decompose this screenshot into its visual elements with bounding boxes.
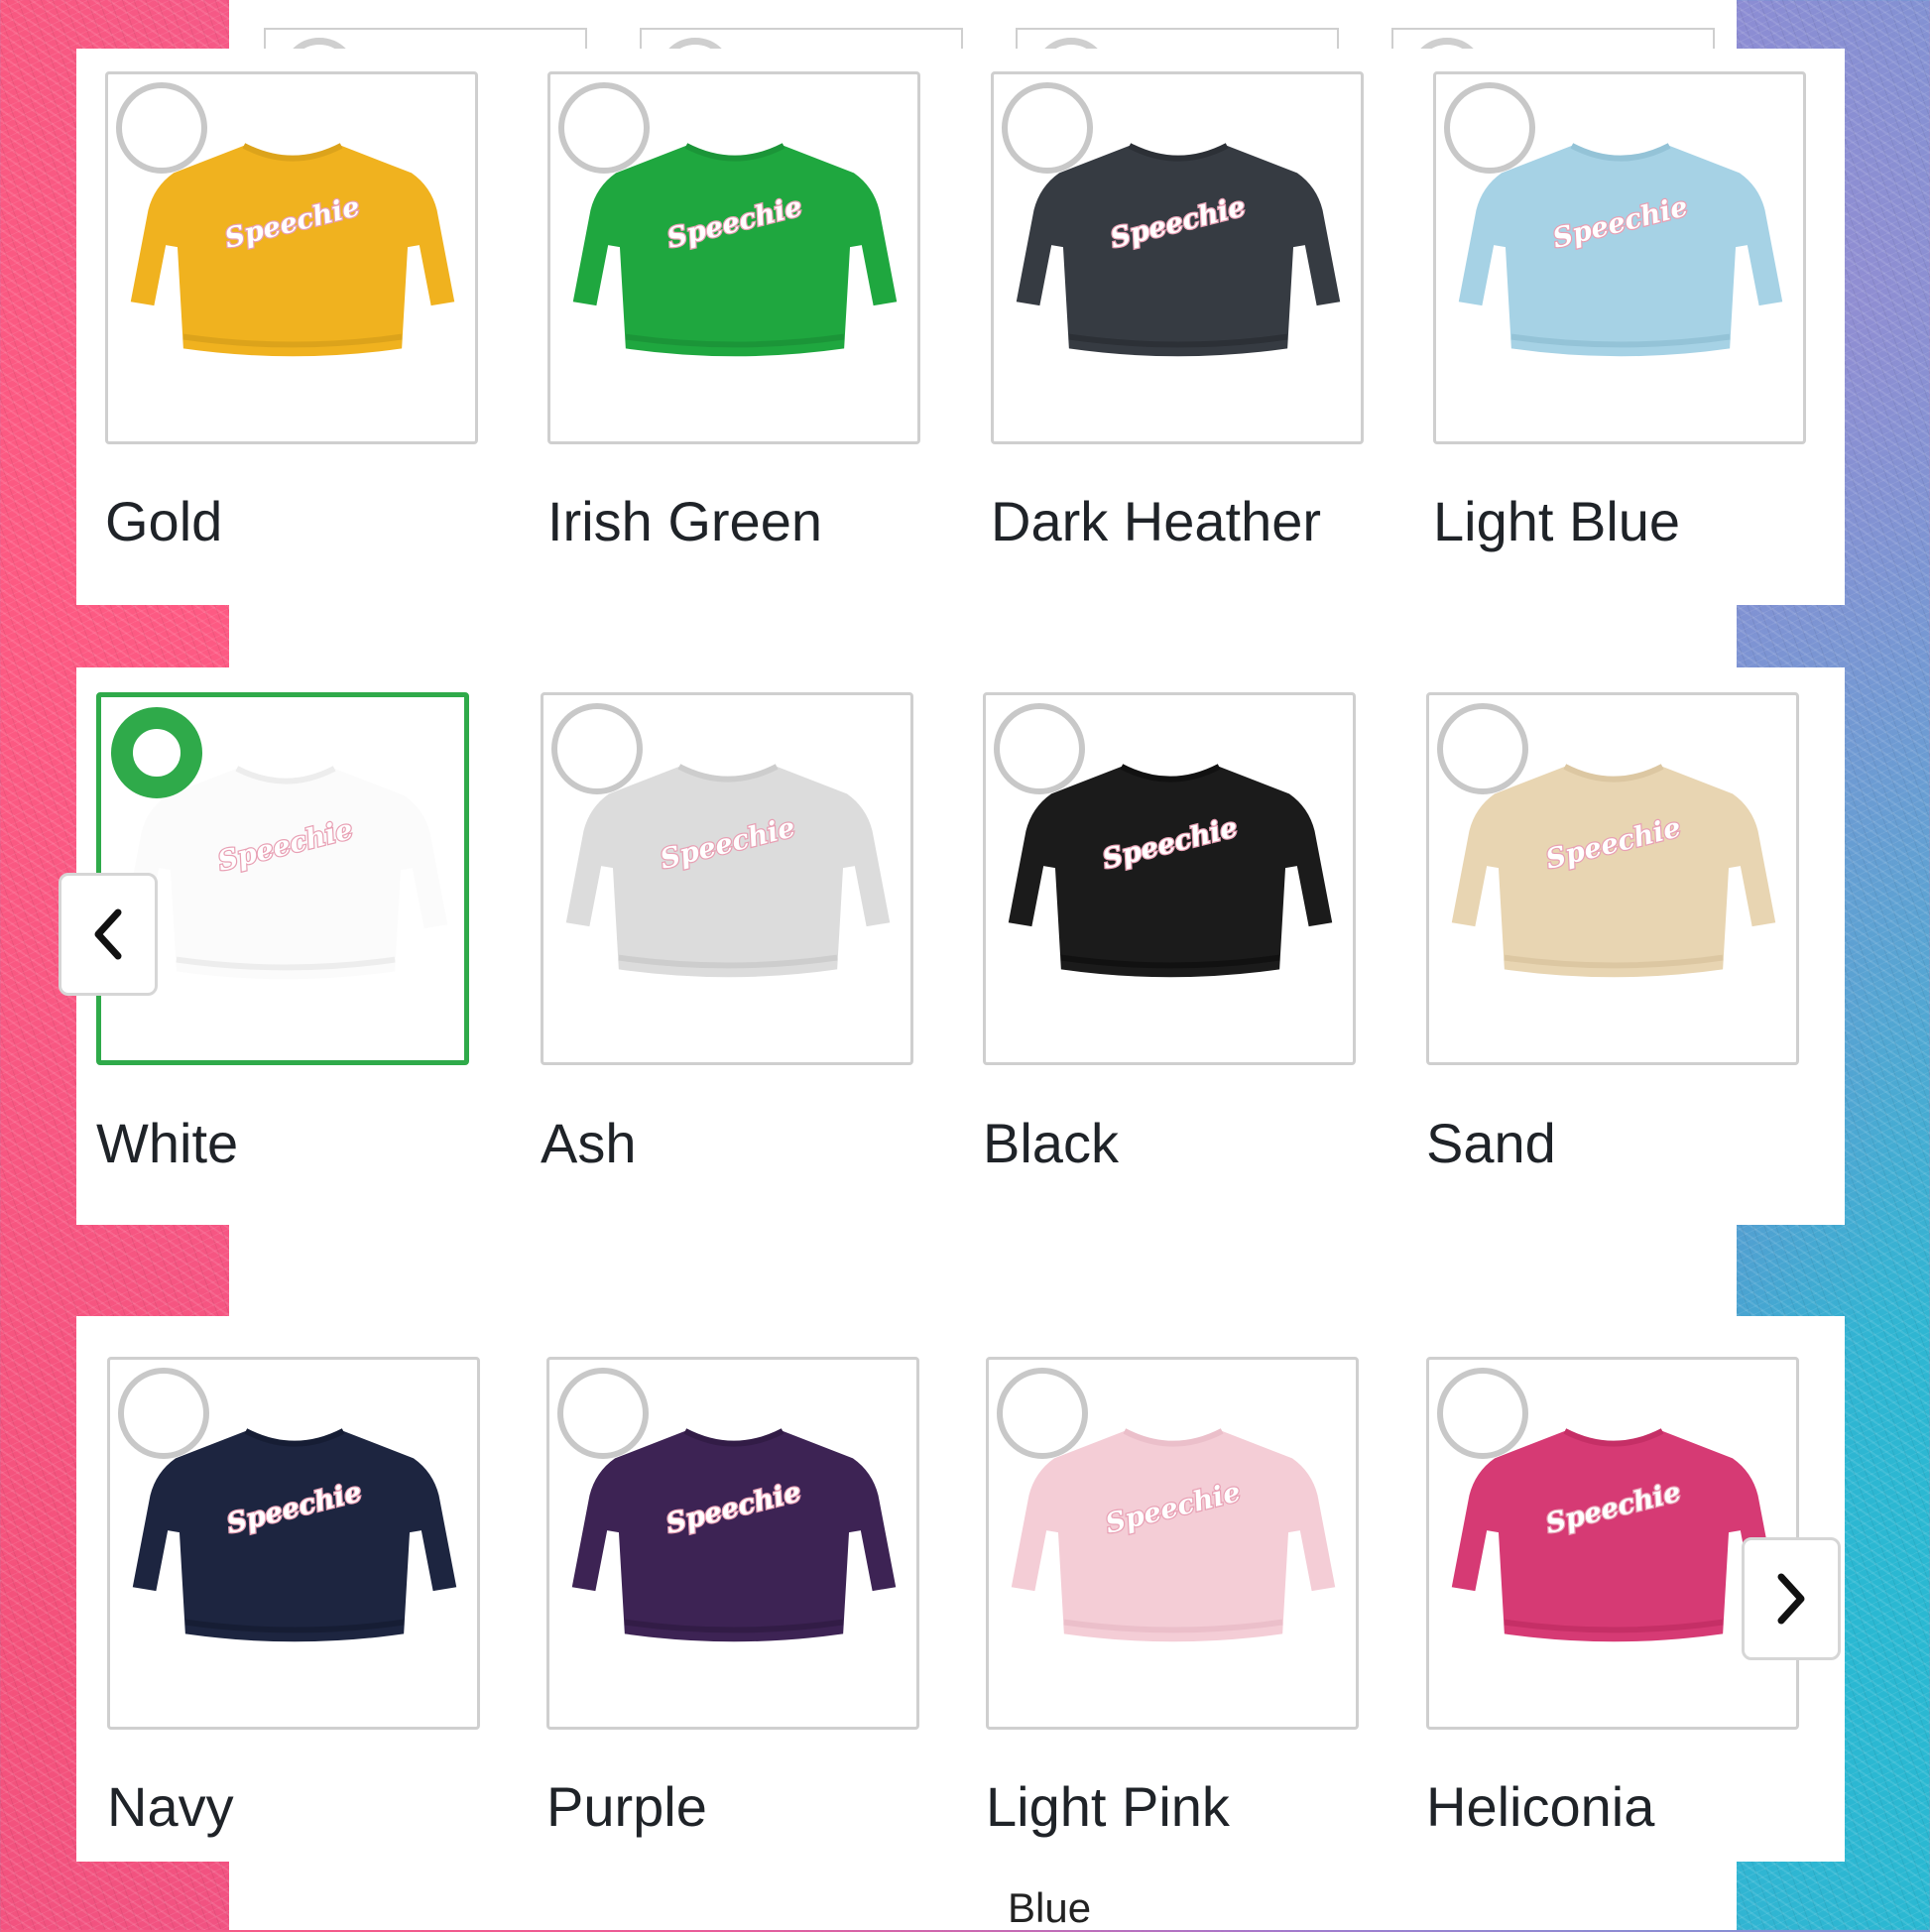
radio-button[interactable]: [994, 703, 1085, 794]
sweater-body: [571, 1430, 897, 1642]
carousel-prev-button[interactable]: [59, 873, 158, 996]
radio-button[interactable]: [1444, 82, 1535, 174]
chevron-right-icon: [1777, 1573, 1805, 1625]
background-label: Blue: [1008, 1884, 1092, 1931]
sweater-body: [1011, 1430, 1336, 1642]
sweater-image: Speechie: [1451, 1428, 1776, 1642]
swatch-label: Irish Green: [547, 490, 822, 552]
radio-button[interactable]: [1002, 82, 1093, 174]
swatch-label: Light Pink: [986, 1775, 1230, 1838]
sweater-body: [1451, 766, 1776, 978]
sweater-image: Speechie: [571, 1428, 897, 1642]
radio-button-selected[interactable]: [111, 707, 202, 798]
swatch-label: Navy: [107, 1775, 234, 1838]
chevron-left-icon: [94, 908, 122, 960]
swatch-navy[interactable]: Speechie: [107, 1357, 480, 1730]
swatch-sand[interactable]: Speechie: [1426, 692, 1799, 1065]
radio-button[interactable]: [557, 1368, 649, 1459]
swatch-label: White: [96, 1112, 239, 1174]
sweater-body: [130, 145, 455, 357]
radio-button[interactable]: [551, 703, 643, 794]
sweater-image: Speechie: [572, 143, 898, 357]
sweater-body: [572, 145, 898, 357]
swatch-label: Purple: [546, 1775, 707, 1838]
sweater-image: Speechie: [1008, 764, 1333, 978]
sweater-image: Speechie: [1451, 764, 1776, 978]
radio-button[interactable]: [997, 1368, 1088, 1459]
swatch-purple[interactable]: Speechie: [546, 1357, 919, 1730]
swatch-label: Dark Heather: [991, 490, 1322, 552]
swatch-label: Light Blue: [1433, 490, 1681, 552]
sweater-body: [1451, 1430, 1776, 1642]
swatch-label: Heliconia: [1426, 1775, 1655, 1838]
swatch-black[interactable]: Speechie: [983, 692, 1356, 1065]
radio-button[interactable]: [1437, 1368, 1528, 1459]
color-panel-row-2: Speechie White Speechie Ash Speechie Bla…: [59, 667, 1845, 1225]
sweater-body: [1008, 766, 1333, 978]
carousel-next-button[interactable]: [1742, 1537, 1841, 1660]
swatch-label: Ash: [541, 1112, 637, 1174]
swatch-light-blue[interactable]: Speechie: [1433, 71, 1806, 444]
sweater-image: Speechie: [1011, 1428, 1336, 1642]
sweater-body: [132, 1430, 457, 1642]
swatch-ash[interactable]: Speechie: [541, 692, 913, 1065]
sweater-image: Speechie: [1458, 143, 1783, 357]
radio-button[interactable]: [558, 82, 650, 174]
color-panel-row-1: Speechie Gold Speechie Irish Green Speec…: [76, 49, 1845, 605]
sweater-body: [1458, 145, 1783, 357]
sweater-body: [123, 768, 448, 980]
radio-button[interactable]: [1437, 703, 1528, 794]
swatch-label: Black: [983, 1112, 1119, 1174]
sweater-image: Speechie: [565, 764, 891, 978]
swatch-label: Gold: [105, 490, 223, 552]
swatch-light-pink[interactable]: Speechie: [986, 1357, 1359, 1730]
sweater-image: Speechie: [132, 1428, 457, 1642]
swatch-gold[interactable]: Speechie: [105, 71, 478, 444]
radio-button[interactable]: [116, 82, 207, 174]
sweater-image: Speechie: [130, 143, 455, 357]
radio-button[interactable]: [118, 1368, 209, 1459]
sweater-image: Speechie: [1016, 143, 1341, 357]
swatch-irish-green[interactable]: Speechie: [547, 71, 920, 444]
color-panel-row-3: Speechie Navy Speechie Purple Speechie L…: [76, 1316, 1845, 1862]
sweater-body: [1016, 145, 1341, 357]
swatch-label: Sand: [1426, 1112, 1556, 1174]
sweater-body: [565, 766, 891, 978]
swatch-dark-heather[interactable]: Speechie: [991, 71, 1364, 444]
